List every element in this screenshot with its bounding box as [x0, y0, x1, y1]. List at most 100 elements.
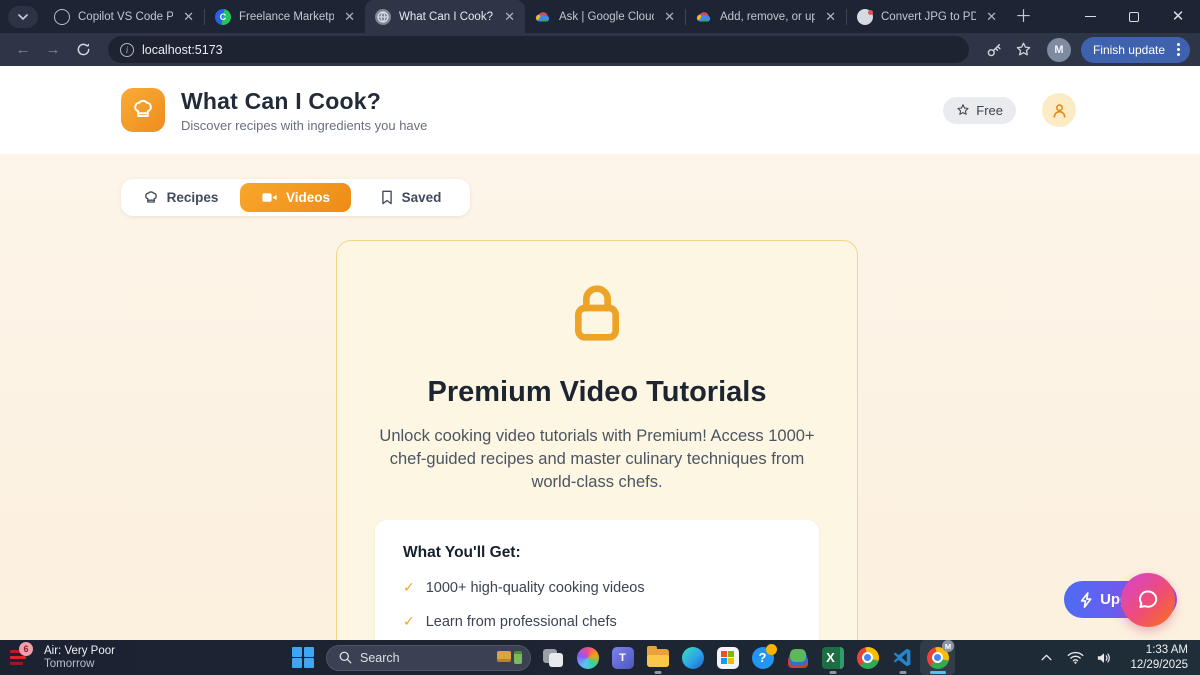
window-minimize-button[interactable] [1068, 0, 1112, 33]
tray-chevron-icon[interactable] [1035, 647, 1057, 669]
help-app-icon[interactable]: ? [745, 640, 780, 675]
browser-tab-what-can-i-cook[interactable]: What Can I Cook? ✕ [365, 0, 525, 33]
volume-icon[interactable] [1093, 647, 1115, 669]
tab-close-icon[interactable]: ✕ [342, 9, 357, 25]
search-highlight-art [497, 651, 522, 664]
address-bar[interactable]: i localhost:5173 [108, 36, 969, 63]
window-close-button[interactable]: ✕ [1156, 0, 1200, 33]
benefit-item: ✓ 1000+ high-quality cooking videos [403, 579, 791, 596]
chat-icon [1135, 587, 1161, 613]
tab-videos[interactable]: Videos [240, 183, 351, 212]
premium-upsell-card: Premium Video Tutorials Unlock cooking v… [336, 240, 858, 640]
site-info-icon[interactable]: i [120, 43, 134, 57]
teams-icon[interactable]: T [605, 640, 640, 675]
plan-badge[interactable]: Free [943, 97, 1016, 124]
copilot-icon[interactable] [570, 640, 605, 675]
task-view-icon[interactable] [535, 640, 570, 675]
url-text: localhost:5173 [142, 43, 223, 57]
weather-widget[interactable]: 6 Air: Very Poor Tomorrow [0, 645, 250, 670]
running-indicator [829, 671, 836, 674]
tab-recipes[interactable]: Recipes [125, 183, 236, 212]
browser-tab-convert-jpg[interactable]: Convert JPG to PDF. Imag ✕ [847, 0, 1007, 33]
edge-icon[interactable] [675, 640, 710, 675]
excel-icon[interactable]: X [815, 640, 850, 675]
content-nav-tabs: Recipes Videos Saved [121, 179, 470, 216]
window-maximize-button[interactable] [1112, 0, 1156, 33]
browser-profile-avatar[interactable]: M [1047, 38, 1071, 62]
browser-tab-strip: Copilot VS Code Prompt ✕ C Freelance Mar… [0, 0, 1200, 33]
site-header: What Can I Cook? Discover recipes with i… [0, 66, 1200, 154]
taskbar-search[interactable]: Search [326, 645, 531, 671]
active-indicator [930, 671, 946, 674]
globe-icon [375, 9, 391, 25]
lightning-icon [1080, 592, 1093, 608]
tab-close-icon[interactable]: ✕ [662, 9, 677, 25]
site-title-block: What Can I Cook? Discover recipes with i… [181, 88, 427, 133]
new-tab-button[interactable]: ＋ [1015, 2, 1032, 27]
forward-icon[interactable]: → [40, 37, 66, 63]
page-subtitle: Discover recipes with ingredients you ha… [181, 118, 427, 133]
bookmark-star-icon[interactable] [1011, 37, 1037, 63]
browser-tab-copilot[interactable]: Copilot VS Code Prompt ✕ [44, 0, 204, 33]
aqi-badge: 6 [19, 642, 33, 656]
vscode-icon[interactable] [885, 640, 920, 675]
bluestacks-icon[interactable] [780, 640, 815, 675]
finish-update-button[interactable]: Finish update [1081, 37, 1190, 63]
reload-icon[interactable] [70, 37, 96, 63]
check-icon: ✓ [403, 613, 415, 630]
tab-close-icon[interactable]: ✕ [502, 9, 517, 25]
chevron-down-icon [18, 14, 28, 21]
tab-close-icon[interactable]: ✕ [823, 9, 838, 25]
tab-title: Freelance Marketplace | Fi [239, 11, 334, 23]
weather-line1: Air: Very Poor [44, 645, 115, 657]
browser-toolbar: ← → i localhost:5173 M Finish update [0, 33, 1200, 66]
tab-recipes-label: Recipes [167, 190, 219, 205]
password-key-icon[interactable] [981, 37, 1007, 63]
profile-badge: M [942, 640, 954, 652]
window-controls: ✕ [1068, 0, 1200, 33]
chat-bubble-button[interactable] [1121, 573, 1175, 627]
browser-menu-icon[interactable] [1173, 43, 1184, 56]
check-icon: ✓ [403, 579, 415, 596]
tab-close-icon[interactable]: ✕ [181, 9, 196, 25]
bookmark-icon [380, 190, 394, 205]
tab-title: Ask | Google Cloud [559, 11, 654, 23]
browser-tab-add-remove-update[interactable]: Add, remove, or update a p ✕ [686, 0, 846, 33]
windows-logo-icon [292, 647, 314, 669]
start-button[interactable] [286, 640, 320, 675]
file-explorer-icon[interactable] [640, 640, 675, 675]
chatgpt-icon [54, 9, 70, 25]
tab-saved[interactable]: Saved [355, 183, 466, 212]
benefit-text: 1000+ high-quality cooking videos [426, 580, 645, 596]
system-tray: 1:33 AM 12/29/2025 [1035, 643, 1200, 673]
screen: Copilot VS Code Prompt ✕ C Freelance Mar… [0, 0, 1200, 675]
tab-title: Convert JPG to PDF. Imag [881, 11, 976, 23]
chef-hat-logo-icon [121, 88, 165, 132]
person-icon [1050, 101, 1069, 120]
page-content: What Can I Cook? Discover recipes with i… [0, 66, 1200, 640]
chrome-icon[interactable] [850, 640, 885, 675]
google-cloud-icon [696, 9, 712, 25]
windows-taskbar: 6 Air: Very Poor Tomorrow Search T ? X [0, 640, 1200, 675]
wifi-icon[interactable] [1064, 647, 1086, 669]
search-label: Search [360, 651, 489, 665]
tab-title: What Can I Cook? [399, 11, 494, 23]
tab-saved-label: Saved [402, 190, 442, 205]
search-icon [339, 651, 352, 664]
back-icon[interactable]: ← [10, 37, 36, 63]
tab-search-button[interactable] [8, 6, 38, 28]
premium-description: Unlock cooking video tutorials with Prem… [366, 425, 828, 494]
browser-tab-ask-gcloud[interactable]: Ask | Google Cloud ✕ [525, 0, 685, 33]
taskbar-app-icons: T ? X M [535, 640, 955, 675]
premium-title: Premium Video Tutorials [428, 376, 767, 409]
tab-close-icon[interactable]: ✕ [984, 9, 999, 25]
video-camera-icon [261, 190, 278, 205]
chrome-profile-icon[interactable]: M [920, 640, 955, 675]
microsoft-store-icon[interactable] [710, 640, 745, 675]
taskbar-clock[interactable]: 1:33 AM 12/29/2025 [1130, 643, 1188, 673]
user-avatar[interactable] [1042, 93, 1076, 127]
browser-tab-freelance[interactable]: C Freelance Marketplace | Fi ✕ [205, 0, 365, 33]
benefit-item: ✓ Learn from professional chefs [403, 613, 791, 630]
lock-icon [565, 277, 629, 352]
benefits-title: What You'll Get: [403, 544, 791, 562]
